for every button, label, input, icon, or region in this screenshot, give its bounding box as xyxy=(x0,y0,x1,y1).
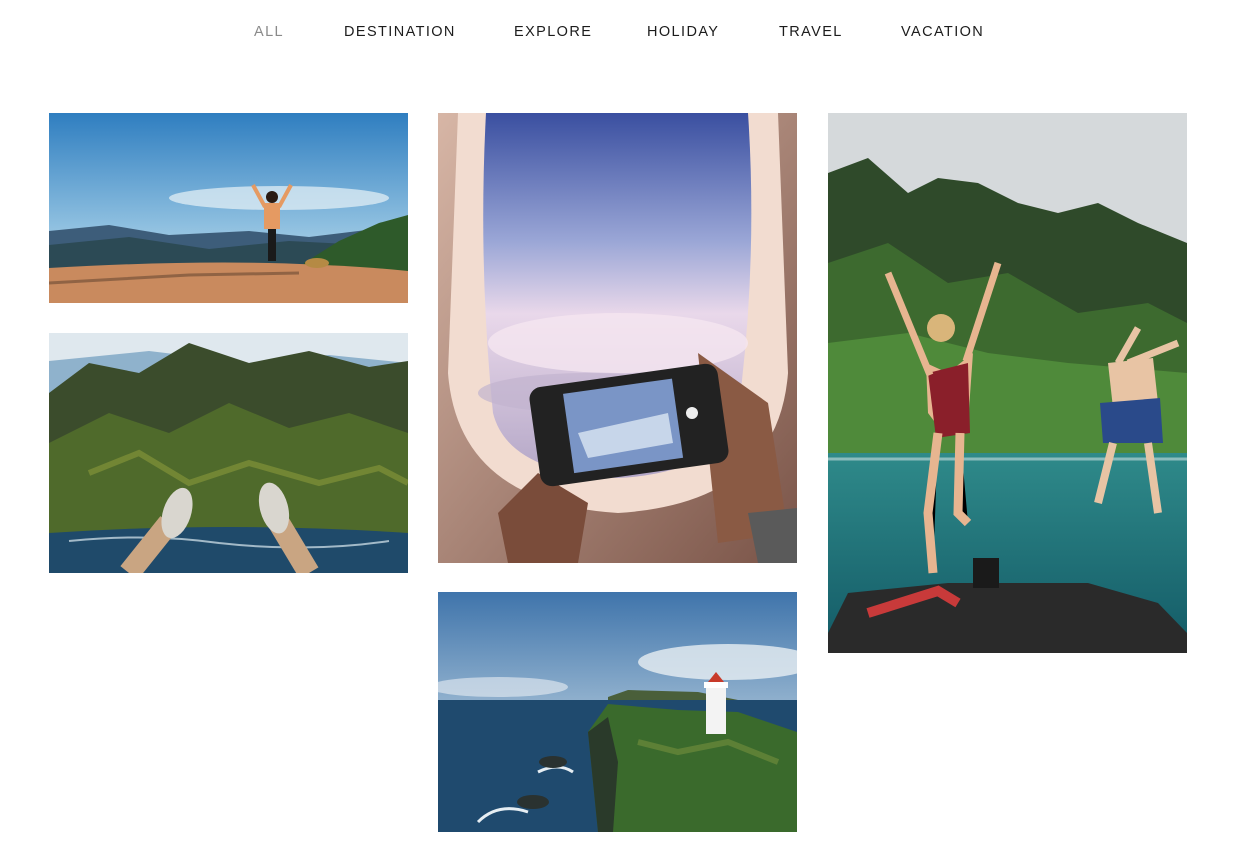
gallery-item-airplane-window[interactable] xyxy=(438,113,797,563)
lighthouse-image xyxy=(438,592,797,832)
filter-destination[interactable]: DESTINATION xyxy=(344,24,456,40)
filter-holiday[interactable]: HOLIDAY xyxy=(647,24,719,40)
filter-explore[interactable]: EXPLORE xyxy=(514,24,592,40)
cliff-summit-image xyxy=(49,113,408,303)
filter-travel[interactable]: TRAVEL xyxy=(779,24,843,40)
gallery-item-lighthouse[interactable] xyxy=(438,592,797,832)
feet-over-cliffs-image xyxy=(49,333,408,573)
gallery-item-boat-jump[interactable] xyxy=(828,113,1187,653)
boat-jump-image xyxy=(828,113,1187,653)
filter-vacation[interactable]: VACATION xyxy=(901,24,984,40)
airplane-window-image xyxy=(438,113,797,563)
portfolio-filter-nav: ALL DESTINATION EXPLORE HOLIDAY TRAVEL V… xyxy=(0,0,1237,66)
gallery-item-feet-over-cliffs[interactable] xyxy=(49,333,408,573)
filter-all[interactable]: ALL xyxy=(254,24,284,40)
gallery-item-cliff-summit[interactable] xyxy=(49,113,408,303)
